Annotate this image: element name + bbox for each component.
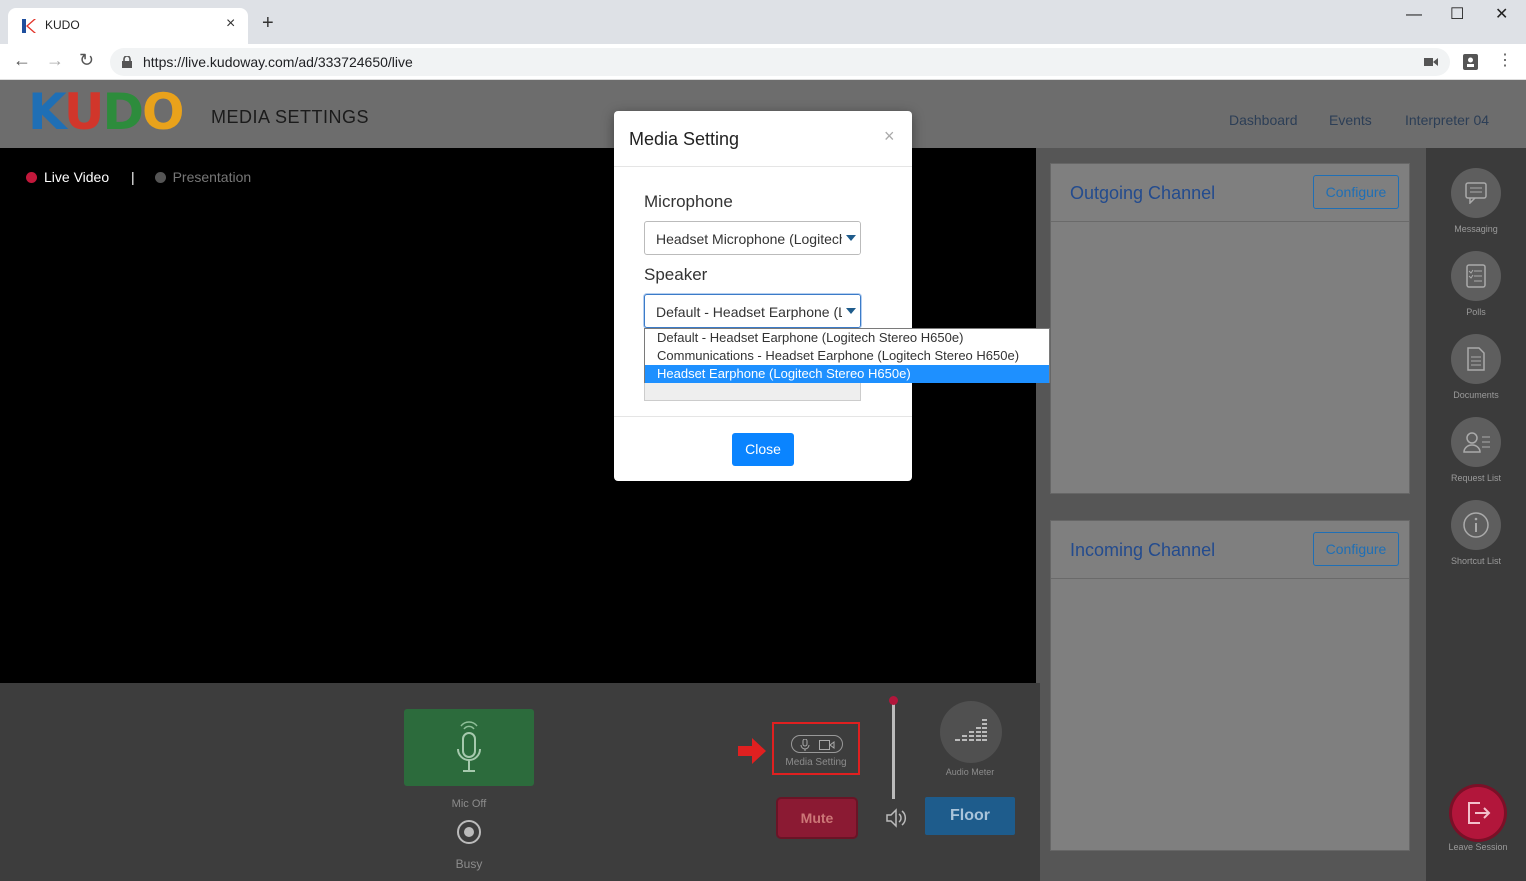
- browser-toolbar: ← → ↻ https://live.kudoway.com/ad/333724…: [0, 44, 1526, 80]
- microphone-select[interactable]: Headset Microphone (Logitech Stereo H650…: [644, 221, 861, 255]
- outgoing-configure-button[interactable]: Configure: [1313, 175, 1399, 209]
- close-button[interactable]: Close: [732, 433, 794, 466]
- video-tabs: Live Video | Presentation: [26, 169, 251, 185]
- speaker-select[interactable]: Default - Headset Earphone (Logitech Ste…: [644, 294, 861, 328]
- lock-icon: [122, 56, 132, 68]
- info-icon: [1463, 512, 1489, 538]
- sidebar-item-messaging[interactable]: Messaging: [1426, 168, 1526, 234]
- exit-icon: [1468, 802, 1491, 824]
- media-device-pill: [791, 735, 843, 753]
- leave-session-button[interactable]: [1452, 787, 1504, 839]
- tab-close-icon[interactable]: ×: [226, 15, 235, 33]
- speaker-option[interactable]: Communications - Headset Earphone (Logit…: [645, 347, 1049, 365]
- modal-header: Media Setting ×: [614, 111, 912, 167]
- video-camera-icon: [819, 740, 835, 750]
- microphone-label: Microphone: [644, 192, 733, 211]
- media-setting-modal: Media Setting × Microphone Headset Micro…: [614, 111, 912, 481]
- polls-icon: [1466, 264, 1486, 288]
- audio-meter-icon: [955, 719, 987, 741]
- kudo-favicon-icon: [22, 19, 36, 33]
- window-close-icon[interactable]: ✕: [1495, 4, 1508, 24]
- audio-meter-button[interactable]: [940, 701, 1002, 763]
- arrow-pointer-icon: [738, 738, 766, 764]
- nav-user[interactable]: Interpreter 04: [1405, 112, 1489, 128]
- tab-presentation[interactable]: Presentation: [154, 169, 251, 185]
- presentation-dot-icon: [154, 172, 166, 183]
- control-bar: Mic Off Busy Media Setting Mute Floor Au…: [0, 683, 1040, 881]
- incoming-configure-button[interactable]: Configure: [1313, 532, 1399, 566]
- chevron-down-icon: [842, 295, 860, 327]
- tab-separator: |: [131, 169, 135, 185]
- camera-icon[interactable]: [1424, 57, 1438, 67]
- tab-title: KUDO: [45, 18, 80, 32]
- mic-toggle-button[interactable]: [404, 709, 534, 786]
- incoming-channel-panel: Incoming Channel Configure: [1050, 520, 1410, 851]
- modal-footer: Close: [614, 416, 912, 481]
- back-icon[interactable]: ←: [13, 50, 31, 71]
- reload-icon[interactable]: ↻: [79, 50, 94, 71]
- volume-slider[interactable]: [892, 701, 895, 799]
- sidebar-item-request-list[interactable]: Request List: [1426, 417, 1526, 483]
- busy-icon[interactable]: [457, 820, 481, 844]
- speaker-dropdown-list: Default - Headset Earphone (Logitech Ste…: [644, 328, 1050, 383]
- speaker-option-selected[interactable]: Headset Earphone (Logitech Stereo H650e): [645, 365, 1049, 383]
- volume-slider-knob[interactable]: [889, 696, 898, 705]
- volume-icon: [886, 808, 907, 828]
- live-dot-icon: [26, 172, 37, 183]
- obscured-select[interactable]: [644, 381, 861, 401]
- browser-tab-strip: KUDO × + — ☐ ✕: [0, 0, 1526, 44]
- outgoing-channel-panel: Outgoing Channel Configure: [1050, 163, 1410, 494]
- leave-session-label: Leave Session: [1448, 842, 1508, 852]
- maximize-icon[interactable]: ☐: [1450, 4, 1464, 24]
- documents-icon: [1467, 347, 1485, 371]
- sidebar-item-documents[interactable]: Documents: [1426, 334, 1526, 400]
- incoming-channel-title: Incoming Channel: [1070, 540, 1216, 560]
- speaker-label: Speaker: [644, 265, 708, 284]
- chevron-down-icon: [842, 222, 860, 254]
- floor-button[interactable]: Floor: [925, 797, 1015, 835]
- speaker-option[interactable]: Default - Headset Earphone (Logitech Ste…: [645, 329, 1049, 347]
- modal-close-icon[interactable]: ×: [884, 126, 895, 147]
- mic-small-icon: [800, 739, 810, 751]
- address-bar[interactable]: https://live.kudoway.com/ad/333724650/li…: [110, 48, 1450, 76]
- microphone-icon: [457, 721, 481, 772]
- mic-status-label: Mic Off: [451, 798, 487, 810]
- request-list-icon: [1463, 432, 1490, 453]
- outgoing-channel-title: Outgoing Channel: [1070, 183, 1216, 203]
- sidebar-item-polls[interactable]: Polls: [1426, 251, 1526, 317]
- mute-button[interactable]: Mute: [778, 799, 856, 837]
- nav-dashboard[interactable]: Dashboard: [1229, 112, 1298, 128]
- sidebar-item-shortcut-list[interactable]: Shortcut List: [1426, 500, 1526, 566]
- new-tab-icon[interactable]: +: [262, 13, 274, 33]
- audio-meter-label: Audio Meter: [945, 767, 995, 777]
- messaging-icon: [1465, 182, 1487, 204]
- browser-tab[interactable]: KUDO ×: [8, 8, 248, 44]
- modal-title: Media Setting: [629, 129, 740, 149]
- side-toolbar: Messaging Polls Documents Request List S…: [1426, 148, 1526, 881]
- minimize-icon[interactable]: —: [1406, 6, 1422, 24]
- tab-live-video[interactable]: Live Video: [26, 169, 109, 185]
- media-setting-button[interactable]: Media Setting: [772, 722, 860, 775]
- browser-menu-icon[interactable]: ⋮: [1497, 50, 1513, 70]
- kudo-logo: KUDO: [28, 83, 184, 141]
- profile-icon[interactable]: [1463, 52, 1478, 70]
- url-text: https://live.kudoway.com/ad/333724650/li…: [143, 54, 413, 70]
- busy-label: Busy: [455, 857, 483, 871]
- forward-icon[interactable]: →: [46, 50, 64, 71]
- media-setting-label: Media Setting: [785, 757, 847, 768]
- page-title: MEDIA SETTINGS: [211, 107, 370, 127]
- nav-events[interactable]: Events: [1329, 112, 1372, 128]
